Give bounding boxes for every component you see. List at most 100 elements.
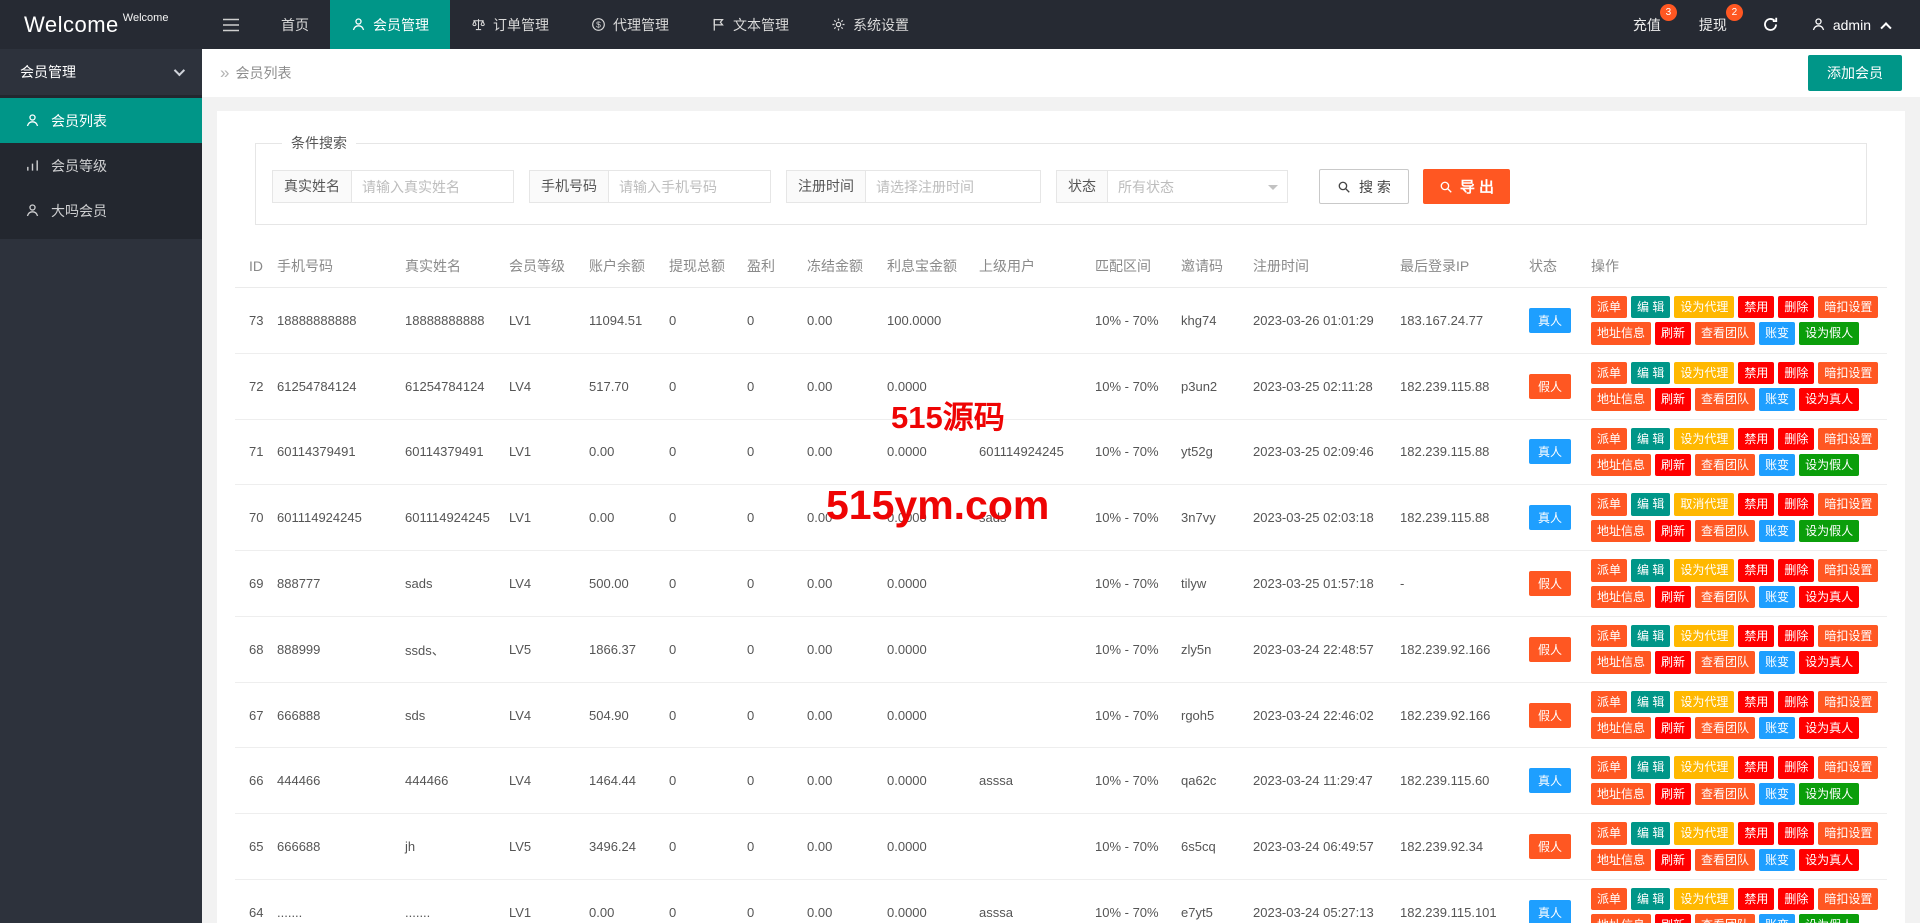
action-balance-change-button[interactable]: 账变 [1759, 717, 1796, 740]
action-address-button[interactable]: 地址信息 [1591, 782, 1652, 806]
action-dispatch-button[interactable]: 派单 [1591, 493, 1628, 516]
action-agent-button[interactable]: 设为代理 [1674, 756, 1735, 779]
action-balance-change-button[interactable]: 账变 [1759, 388, 1796, 411]
action-toggle-real-fake-button[interactable]: 设为假人 [1799, 782, 1860, 806]
action-toggle-real-fake-button[interactable]: 设为假人 [1799, 322, 1860, 345]
action-agent-button[interactable]: 取消代理 [1674, 493, 1735, 516]
action-delete-button[interactable]: 删除 [1778, 822, 1815, 845]
user-menu[interactable]: admin [1795, 0, 1906, 49]
action-edit-button[interactable]: 编 辑 [1631, 624, 1671, 648]
action-toggle-real-fake-button[interactable]: 设为假人 [1799, 453, 1860, 477]
action-hidden-deduct-button[interactable]: 暗扣设置 [1818, 361, 1879, 385]
top-nav-item-home[interactable]: 首页 [260, 0, 330, 49]
action-hidden-deduct-button[interactable]: 暗扣设置 [1818, 493, 1879, 516]
action-hidden-deduct-button[interactable]: 暗扣设置 [1818, 888, 1879, 911]
sidebar-group-member-manage[interactable]: 会员管理 [0, 49, 202, 96]
search-field-input-regtime[interactable] [866, 170, 1041, 203]
action-delete-button[interactable]: 删除 [1778, 888, 1815, 911]
action-hidden-deduct-button[interactable]: 暗扣设置 [1818, 822, 1879, 845]
action-delete-button[interactable]: 删除 [1778, 624, 1815, 648]
action-hidden-deduct-button[interactable]: 暗扣设置 [1818, 296, 1879, 319]
action-toggle-real-fake-button[interactable]: 设为真人 [1799, 717, 1860, 740]
action-dispatch-button[interactable]: 派单 [1591, 296, 1628, 319]
sidebar-item-member-level[interactable]: 会员等级 [0, 143, 202, 188]
action-agent-button[interactable]: 设为代理 [1674, 427, 1735, 450]
action-refresh-button[interactable]: 刷新 [1655, 848, 1692, 872]
action-hidden-deduct-button[interactable]: 暗扣设置 [1818, 559, 1879, 582]
action-address-button[interactable]: 地址信息 [1591, 322, 1652, 345]
action-delete-button[interactable]: 删除 [1778, 756, 1815, 779]
search-field-input-phone[interactable] [609, 170, 771, 203]
action-edit-button[interactable]: 编 辑 [1631, 756, 1671, 779]
action-disable-button[interactable]: 禁用 [1738, 296, 1775, 319]
action-toggle-real-fake-button[interactable]: 设为真人 [1799, 848, 1860, 872]
action-delete-button[interactable]: 删除 [1778, 361, 1815, 385]
action-disable-button[interactable]: 禁用 [1738, 690, 1775, 714]
action-edit-button[interactable]: 编 辑 [1631, 361, 1671, 385]
action-hidden-deduct-button[interactable]: 暗扣设置 [1818, 624, 1879, 648]
action-dispatch-button[interactable]: 派单 [1591, 756, 1628, 779]
action-hidden-deduct-button[interactable]: 暗扣设置 [1818, 427, 1879, 450]
action-edit-button[interactable]: 编 辑 [1631, 493, 1671, 516]
action-balance-change-button[interactable]: 账变 [1759, 651, 1796, 674]
action-address-button[interactable]: 地址信息 [1591, 717, 1652, 740]
action-disable-button[interactable]: 禁用 [1738, 361, 1775, 385]
topbar-recharge-button[interactable]: 充值 3 [1614, 0, 1680, 49]
action-toggle-real-fake-button[interactable]: 设为假人 [1799, 519, 1860, 543]
action-address-button[interactable]: 地址信息 [1591, 453, 1652, 477]
action-address-button[interactable]: 地址信息 [1591, 519, 1652, 543]
action-refresh-button[interactable]: 刷新 [1655, 322, 1692, 345]
action-team-button[interactable]: 查看团队 [1695, 388, 1756, 411]
action-disable-button[interactable]: 禁用 [1738, 624, 1775, 648]
status-select[interactable]: 所有状态 [1108, 170, 1288, 203]
action-refresh-button[interactable]: 刷新 [1655, 453, 1692, 477]
action-balance-change-button[interactable]: 账变 [1759, 585, 1796, 608]
action-dispatch-button[interactable]: 派单 [1591, 427, 1628, 450]
action-delete-button[interactable]: 删除 [1778, 559, 1815, 582]
action-refresh-button[interactable]: 刷新 [1655, 914, 1692, 923]
sidebar-collapse-button[interactable] [202, 0, 260, 49]
action-disable-button[interactable]: 禁用 [1738, 493, 1775, 516]
action-agent-button[interactable]: 设为代理 [1674, 361, 1735, 385]
action-dispatch-button[interactable]: 派单 [1591, 361, 1628, 385]
action-disable-button[interactable]: 禁用 [1738, 822, 1775, 845]
action-address-button[interactable]: 地址信息 [1591, 848, 1652, 872]
action-dispatch-button[interactable]: 派单 [1591, 690, 1628, 714]
action-toggle-real-fake-button[interactable]: 设为真人 [1799, 388, 1860, 411]
action-toggle-real-fake-button[interactable]: 设为假人 [1799, 914, 1860, 923]
action-refresh-button[interactable]: 刷新 [1655, 519, 1692, 543]
action-agent-button[interactable]: 设为代理 [1674, 296, 1735, 319]
action-dispatch-button[interactable]: 派单 [1591, 559, 1628, 582]
refresh-button[interactable] [1746, 0, 1795, 49]
action-balance-change-button[interactable]: 账变 [1759, 453, 1796, 477]
action-delete-button[interactable]: 删除 [1778, 296, 1815, 319]
action-edit-button[interactable]: 编 辑 [1631, 690, 1671, 714]
action-edit-button[interactable]: 编 辑 [1631, 822, 1671, 845]
action-edit-button[interactable]: 编 辑 [1631, 888, 1671, 911]
action-address-button[interactable]: 地址信息 [1591, 914, 1652, 923]
action-team-button[interactable]: 查看团队 [1695, 782, 1756, 806]
action-refresh-button[interactable]: 刷新 [1655, 717, 1692, 740]
action-disable-button[interactable]: 禁用 [1738, 559, 1775, 582]
action-address-button[interactable]: 地址信息 [1591, 585, 1652, 608]
action-team-button[interactable]: 查看团队 [1695, 651, 1756, 674]
top-nav-item-agent-manage[interactable]: $ 代理管理 [570, 0, 690, 49]
action-dispatch-button[interactable]: 派单 [1591, 822, 1628, 845]
action-edit-button[interactable]: 编 辑 [1631, 559, 1671, 582]
action-delete-button[interactable]: 删除 [1778, 690, 1815, 714]
action-balance-change-button[interactable]: 账变 [1759, 782, 1796, 806]
top-nav-item-system-settings[interactable]: 系统设置 [810, 0, 930, 49]
sidebar-item-member-list[interactable]: 会员列表 [0, 98, 202, 143]
search-field-input-realname[interactable] [352, 170, 514, 203]
action-balance-change-button[interactable]: 账变 [1759, 848, 1796, 872]
action-balance-change-button[interactable]: 账变 [1759, 519, 1796, 543]
action-refresh-button[interactable]: 刷新 [1655, 585, 1692, 608]
action-team-button[interactable]: 查看团队 [1695, 519, 1756, 543]
action-refresh-button[interactable]: 刷新 [1655, 388, 1692, 411]
action-team-button[interactable]: 查看团队 [1695, 453, 1756, 477]
action-disable-button[interactable]: 禁用 [1738, 888, 1775, 911]
action-agent-button[interactable]: 设为代理 [1674, 822, 1735, 845]
action-disable-button[interactable]: 禁用 [1738, 756, 1775, 779]
top-nav-item-member-manage[interactable]: 会员管理 [330, 0, 450, 49]
sidebar-item-big-member[interactable]: 大吗会员 [0, 188, 202, 233]
